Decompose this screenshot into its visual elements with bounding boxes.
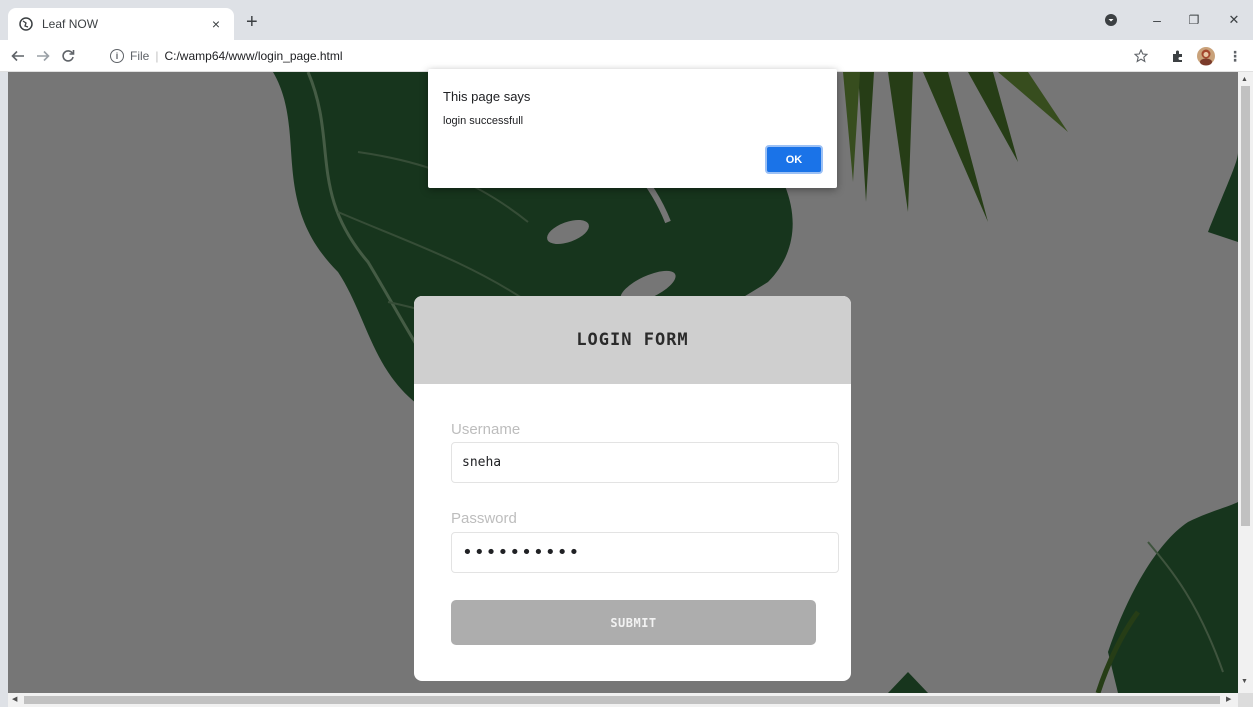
tab-strip: Leaf NOW × + – ❐ ✕ (0, 0, 1253, 40)
star-icon[interactable] (1131, 46, 1151, 66)
account-circle-icon[interactable] (1100, 8, 1122, 32)
horizontal-scrollbar[interactable]: ◀ ▶ (8, 693, 1238, 707)
window-frame-edge (0, 72, 8, 707)
close-icon[interactable]: × (208, 16, 224, 32)
alert-message: login successfull (443, 115, 524, 127)
alert-title: This page says (443, 89, 531, 104)
browser-tab[interactable]: Leaf NOW × (8, 8, 234, 40)
scroll-right-arrow-icon[interactable]: ▶ (1226, 695, 1231, 703)
username-input[interactable]: sneha (451, 442, 839, 483)
scrollbar-corner (1238, 693, 1253, 707)
more-menu-icon[interactable]: ⋮ (1225, 46, 1245, 66)
login-form-title: LOGIN FORM (576, 330, 689, 350)
close-window-button[interactable]: ✕ (1222, 8, 1246, 32)
scheme-label: File (130, 49, 150, 63)
back-arrow-icon[interactable] (8, 46, 28, 66)
url-text: C:/wamp64/www/login_page.html (164, 49, 343, 63)
address-bar[interactable]: i File | C:/wamp64/www/login_page.html (110, 44, 343, 68)
login-form-card: LOGIN FORM Username sneha Password •••••… (414, 296, 851, 681)
new-tab-button[interactable]: + (246, 12, 258, 32)
minimize-button[interactable]: – (1145, 8, 1169, 32)
extensions-icon[interactable] (1168, 46, 1188, 66)
vertical-scroll-thumb[interactable] (1241, 86, 1250, 526)
alert-dialog: This page says login successfull OK (428, 69, 837, 188)
browser-toolbar: i File | C:/wamp64/www/login_page.html ⋮ (0, 40, 1253, 72)
avatar[interactable] (1196, 46, 1216, 66)
horizontal-scroll-thumb[interactable] (24, 696, 1220, 704)
info-icon[interactable]: i (110, 49, 124, 63)
scheme-separator: | (155, 49, 159, 63)
reload-icon[interactable] (58, 46, 78, 66)
ok-button[interactable]: OK (765, 145, 823, 174)
vertical-scrollbar[interactable]: ▲ ▼ (1238, 72, 1253, 693)
password-label: Password (451, 510, 517, 527)
submit-button[interactable]: SUBMIT (451, 600, 816, 645)
scroll-up-arrow-icon[interactable]: ▲ (1241, 76, 1248, 83)
login-form-header: LOGIN FORM (414, 296, 851, 384)
scroll-down-arrow-icon[interactable]: ▼ (1241, 678, 1248, 685)
tab-title: Leaf NOW (42, 17, 99, 31)
username-label: Username (451, 421, 521, 438)
scroll-left-arrow-icon[interactable]: ◀ (12, 695, 17, 703)
globe-icon (18, 16, 34, 32)
forward-arrow-icon[interactable] (33, 46, 53, 66)
restore-button[interactable]: ❐ (1182, 8, 1206, 32)
password-input[interactable]: •••••••••• (451, 532, 839, 573)
